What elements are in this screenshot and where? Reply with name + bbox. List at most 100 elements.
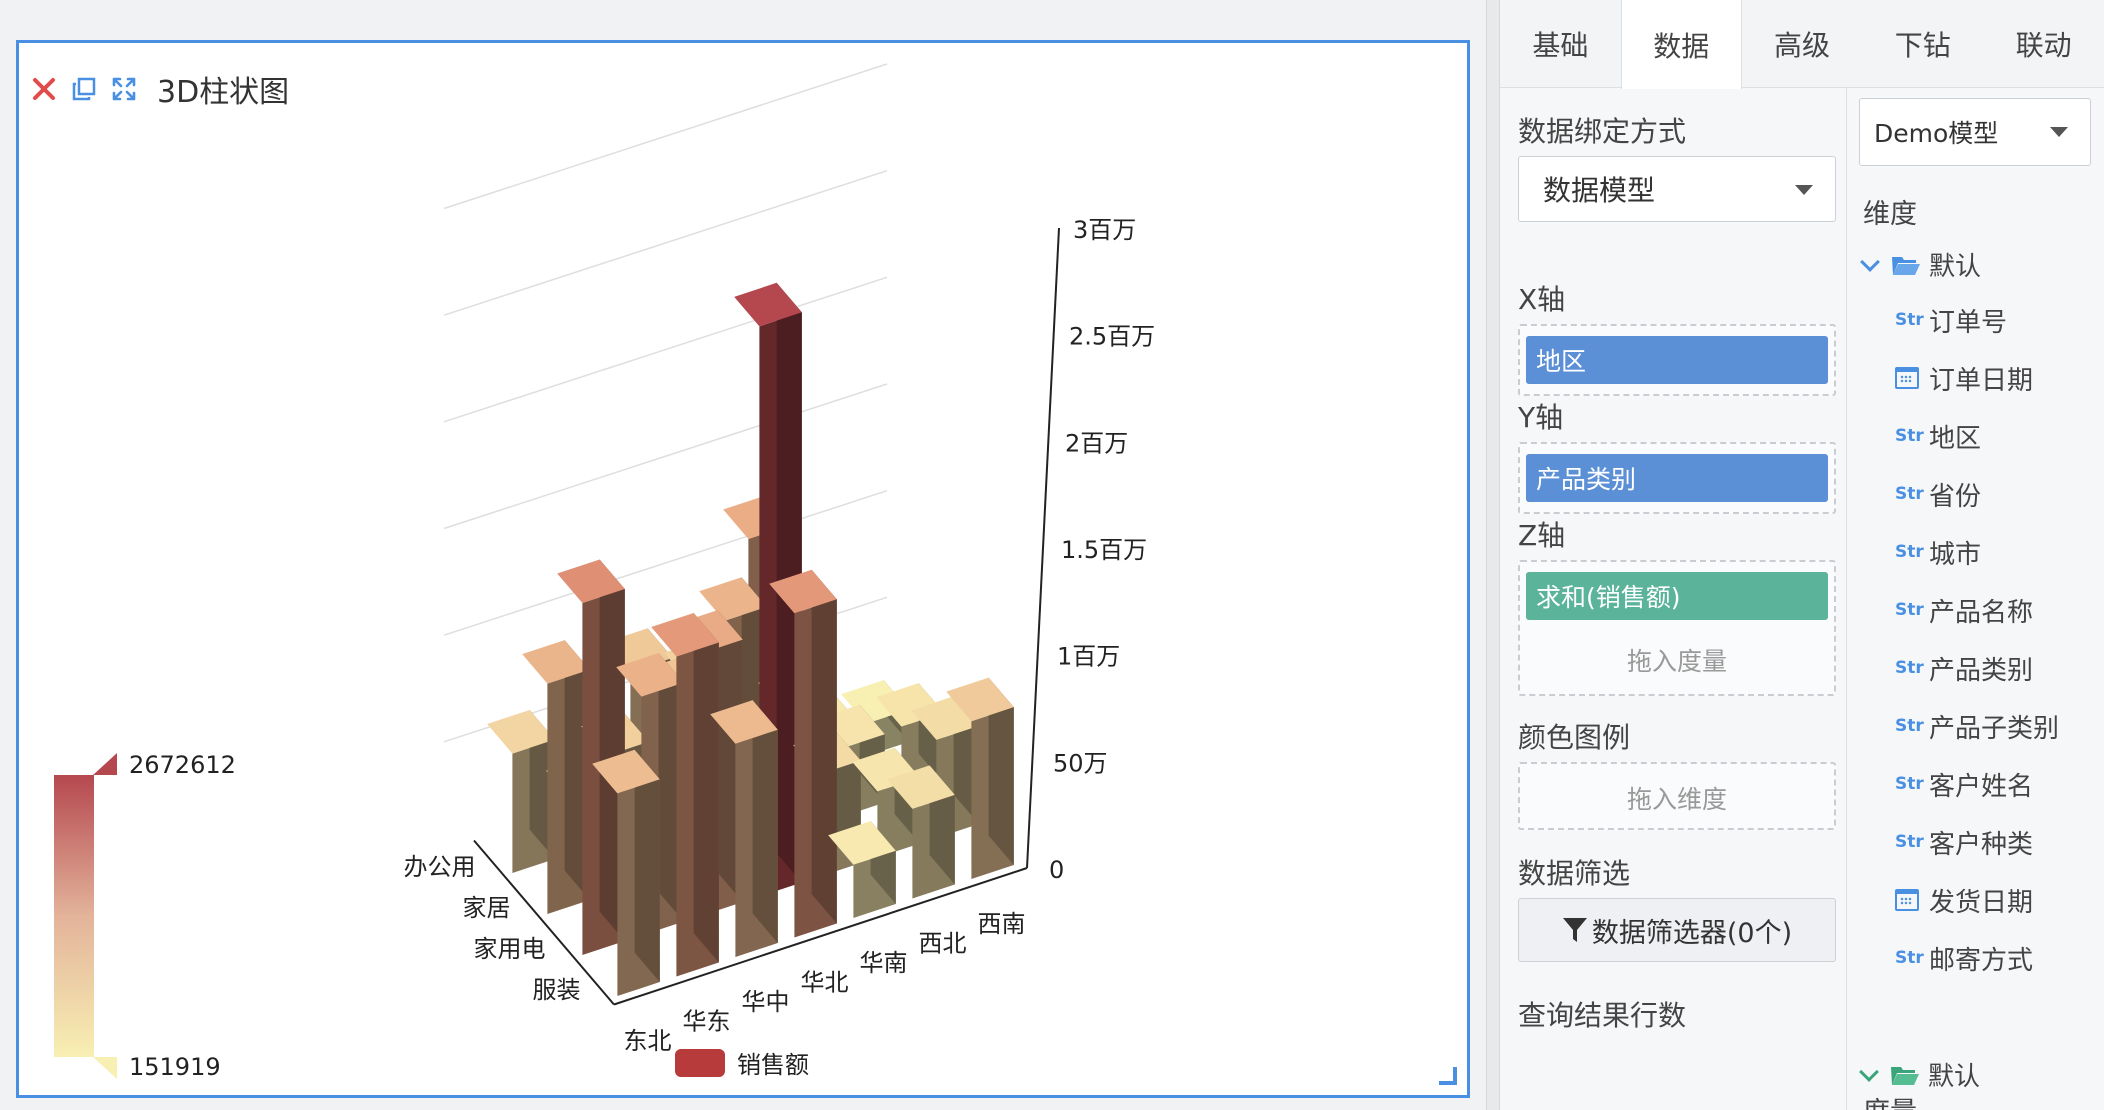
field-item[interactable]: Str 产品类别 [1895, 648, 2033, 688]
color-legend-dropzone[interactable]: 拖入维度 [1518, 762, 1836, 830]
field-name: 订单日期 [1929, 365, 2034, 396]
field-name: 订单号 [1929, 307, 2008, 338]
folder-open-icon [1891, 1066, 1919, 1085]
visual-map-bar [54, 775, 94, 1057]
legend-label: 销售额 [737, 1051, 809, 1079]
measure-folder-label: 默认 [1928, 1062, 1981, 1092]
field-item[interactable]: 订单日期 [1895, 358, 2033, 398]
model-select-value: Demo模型 [1874, 119, 1999, 148]
y-tick-label: 办公用 [404, 853, 476, 881]
tab-drilldown[interactable]: 下钻 [1862, 0, 1983, 88]
x-axis-label: X轴 [1518, 283, 1566, 316]
dimension-group-label: 维度 [1863, 199, 1917, 230]
field-item[interactable]: Str 订单号 [1895, 300, 2007, 340]
tab-basic[interactable]: 基础 [1500, 0, 1621, 88]
grid-line [443, 63, 888, 210]
color-legend-label: 颜色图例 [1518, 721, 1631, 754]
model-select[interactable]: Demo模型 [1859, 98, 2091, 166]
string-type-tag: Str [1895, 426, 1924, 446]
x-tick-label: 东北 [624, 1027, 672, 1055]
data-filter-button-label: 数据筛选器(0个) [1591, 917, 1793, 949]
fields-column: Demo模型 维度 默认 Str 订单号 订单日期 Str 地区 Str 省份 Str 城市 St… [1846, 88, 2104, 1110]
dimension-folder[interactable]: 默认 [1860, 246, 1982, 283]
color-legend-hint: 拖入维度 [1626, 785, 1727, 814]
y-tick-label: 家用电 [474, 935, 546, 963]
z-axis-dropzone[interactable]: 求和(销售额) 拖入度量 [1518, 560, 1836, 696]
y-axis-dropzone[interactable]: 产品类别 [1518, 442, 1836, 514]
string-type-tag: Str [1895, 716, 1924, 736]
field-item[interactable]: Str 城市 [1895, 532, 1981, 572]
field-item[interactable]: 发货日期 [1895, 880, 2033, 920]
field-name: 发货日期 [1929, 887, 2034, 918]
folder-open-icon [1892, 256, 1920, 275]
field-name: 产品类别 [1929, 655, 2034, 686]
measure-group-label: 度量 [1863, 1090, 1917, 1110]
x-tick-label: 华东 [683, 1007, 731, 1035]
field-name: 城市 [1929, 539, 1982, 570]
field-item[interactable]: Str 省份 [1895, 474, 1981, 514]
z-tick-label: 50万 [1053, 749, 1108, 777]
field-name: 客户姓名 [1929, 771, 2034, 802]
tab-linkage[interactable]: 联动 [1983, 0, 2104, 88]
panel-splitter[interactable] [1486, 0, 1500, 1110]
binding-method-select[interactable]: 数据模型 [1518, 156, 1836, 222]
field-item[interactable]: Str 客户种类 [1895, 822, 2033, 862]
grid-line [443, 383, 888, 530]
x-tick-label: 华南 [860, 949, 908, 977]
y-tick-label: 服装 [533, 976, 581, 1004]
chevron-down-icon [1860, 251, 1880, 272]
x-tick-label: 西北 [919, 929, 967, 957]
grid-line [443, 169, 888, 316]
config-panel: 基础 数据 高级 下钻 联动 数据绑定方式 数据模型 X轴 地区 Y轴 产品类别… [1500, 0, 2104, 1110]
string-type-tag: Str [1895, 542, 1924, 562]
visual-map-max-handle [93, 753, 117, 775]
z-axis-hint: 拖入度量 [1626, 647, 1727, 676]
visual-map-max-label: 2672612 [129, 751, 236, 779]
string-type-tag: Str [1895, 832, 1924, 852]
field-item[interactable]: Str 客户姓名 [1895, 764, 2033, 804]
field-item[interactable]: Str 地区 [1895, 416, 1981, 456]
tab-advanced[interactable]: 高级 [1742, 0, 1863, 88]
binding-method-value: 数据模型 [1543, 174, 1656, 207]
string-type-tag: Str [1895, 774, 1924, 794]
x-axis-chip[interactable]: 地区 [1526, 336, 1828, 384]
calendar-icon [1895, 367, 1919, 389]
string-type-tag: Str [1895, 310, 1924, 330]
chart-widget[interactable]: 3D柱状图 0 50万 1百万 1.5百万 2百万 2.5百万 3百万 西南 西北 华南 华北 华中华… [16, 40, 1470, 1098]
resize-handle[interactable] [1439, 1067, 1457, 1085]
z-tick-label: 3百万 [1073, 216, 1136, 244]
bar3d-chart[interactable]: 0 50万 1百万 1.5百万 2百万 2.5百万 3百万西南西北华南华北华中华东东北 服装 家… [19, 43, 1467, 1095]
visual-map-min-label: 151919 [129, 1053, 221, 1081]
field-item[interactable]: Str 产品子类别 [1895, 706, 2059, 746]
y-axis-chip[interactable]: 产品类别 [1526, 454, 1828, 502]
measure-folder[interactable]: 默认 [1859, 1056, 1981, 1093]
string-type-tag: Str [1895, 948, 1924, 968]
z-axis-chip[interactable]: 求和(销售额) [1526, 572, 1828, 620]
field-name: 地区 [1929, 423, 1982, 454]
y-axis-label: Y轴 [1518, 401, 1564, 434]
grid-line [443, 276, 888, 423]
x-tick-label: 华中 [742, 988, 790, 1016]
field-name: 邮寄方式 [1929, 945, 2034, 976]
x-tick-label: 西南 [978, 910, 1026, 938]
z-tick-label: 2百万 [1065, 429, 1128, 457]
field-name: 产品名称 [1929, 597, 2034, 628]
field-item[interactable]: Str 邮寄方式 [1895, 938, 2033, 978]
z-tick-label: 2.5百万 [1069, 323, 1155, 351]
config-tabs: 基础 数据 高级 下钻 联动 [1500, 0, 2104, 89]
string-type-tag: Str [1895, 600, 1924, 620]
filter-icon [1562, 918, 1587, 942]
string-type-tag: Str [1895, 484, 1924, 504]
field-name: 产品子类别 [1929, 713, 2060, 744]
data-filter-button[interactable]: 数据筛选器(0个) [1518, 898, 1836, 962]
legend-swatch [675, 1049, 725, 1077]
field-item[interactable]: Str 产品名称 [1895, 590, 2033, 630]
z-axis-label: Z轴 [1518, 519, 1566, 552]
chevron-down-icon [1859, 1061, 1879, 1082]
tab-data[interactable]: 数据 [1620, 0, 1742, 89]
report-canvas: 3D柱状图 0 50万 1百万 1.5百万 2百万 2.5百万 3百万 西南 西北 华南 华北 华中华… [0, 0, 1486, 1110]
result-rows-label: 查询结果行数 [1518, 999, 1687, 1032]
dimension-folder-label: 默认 [1929, 252, 1982, 282]
z-tick-label: 1.5百万 [1061, 536, 1147, 564]
x-axis-dropzone[interactable]: 地区 [1518, 324, 1836, 396]
